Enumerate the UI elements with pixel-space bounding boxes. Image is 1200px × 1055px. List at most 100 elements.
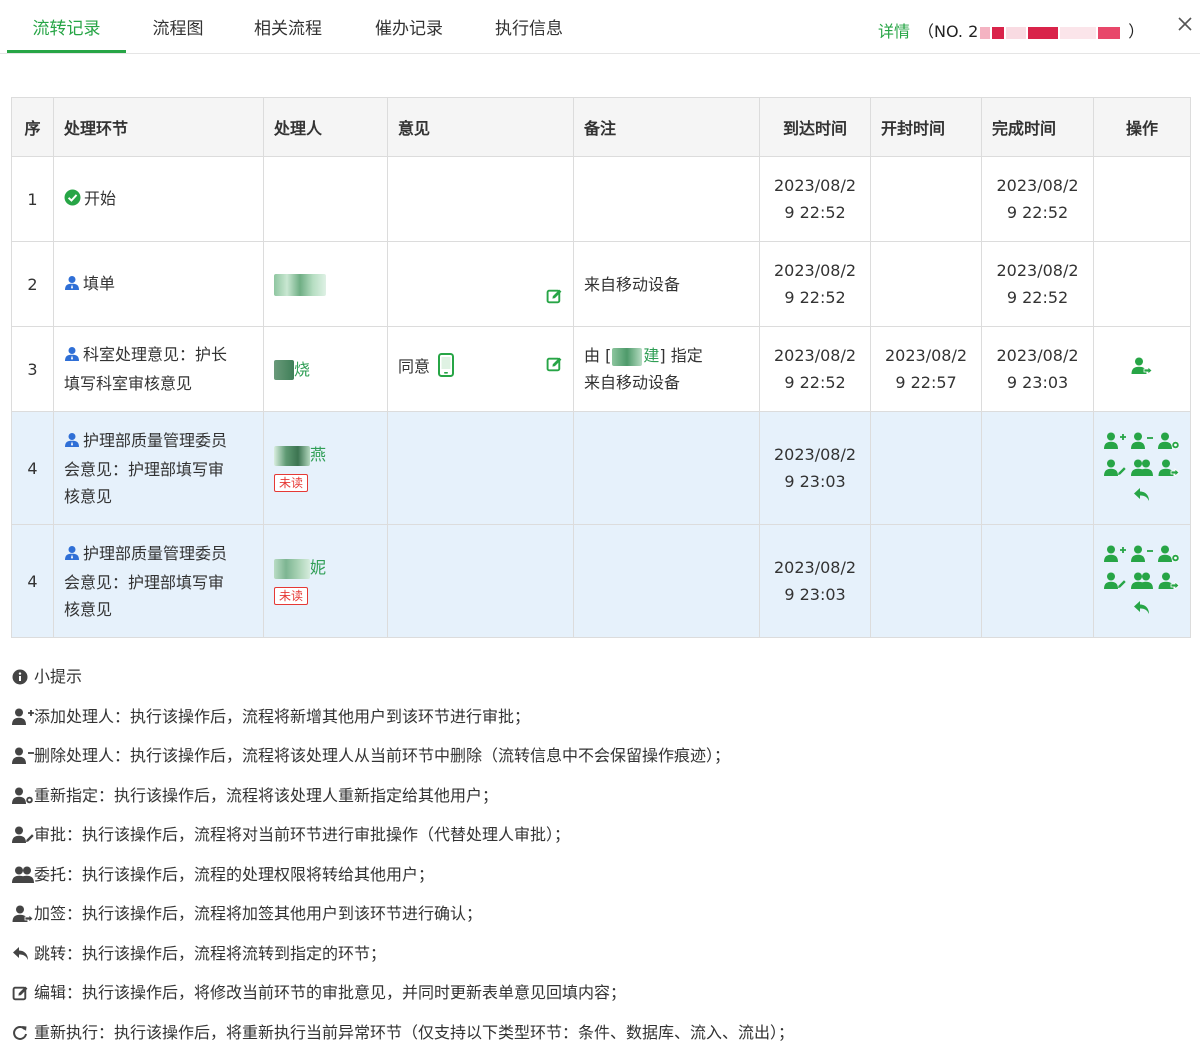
user-minus-icon — [12, 745, 34, 767]
tips-section: 小提示 添加处理人：执行该操作后，流程将新增其他用户到该环节进行审批； 删除处理… — [12, 666, 1192, 1055]
cell-done-time: 2023/08/2 9 23:03 — [981, 326, 1094, 412]
done-time: 9 22:52 — [1006, 203, 1069, 222]
user-icon — [64, 343, 80, 370]
delegate-button[interactable] — [1130, 569, 1154, 593]
reassign-button[interactable] — [1157, 542, 1181, 566]
cell-opinion — [387, 411, 574, 525]
remove-handler-button[interactable] — [1130, 542, 1154, 566]
reassign-button[interactable] — [1157, 429, 1181, 453]
approve-button[interactable] — [1103, 569, 1127, 593]
cell-actions — [1093, 524, 1191, 638]
mobile-phone-icon — [438, 353, 455, 385]
user-plus-icon — [1104, 432, 1126, 449]
done-date: 2023/08/2 — [996, 176, 1079, 195]
user-cog-icon — [1158, 432, 1180, 449]
col-header-step: 处理环节 — [53, 97, 264, 157]
cell-note — [573, 524, 760, 638]
delegate-button[interactable] — [1130, 456, 1154, 480]
approve-button[interactable] — [1103, 456, 1127, 480]
handler-name-tail: 烧 — [294, 359, 311, 379]
cell-seq: 4 — [11, 524, 54, 638]
handler-name-masked — [274, 274, 326, 296]
user-edit-icon — [12, 824, 34, 846]
col-header-done-time: 完成时间 — [981, 97, 1094, 157]
col-header-arrive-time: 到达时间 — [759, 97, 871, 157]
cell-seq: 4 — [11, 411, 54, 525]
handler-name-tail: 燕 — [310, 445, 327, 464]
user-icon — [64, 272, 80, 299]
step-name-line2: 填写科室审核意见 — [64, 374, 193, 393]
cell-seq: 3 — [11, 326, 54, 412]
add-handler-button[interactable] — [1103, 429, 1127, 453]
arrive-time: 9 23:03 — [784, 585, 846, 604]
tab-reminder-record[interactable]: 催办记录 — [362, 0, 456, 54]
step-name: 开始 — [84, 188, 117, 208]
add-handler-button[interactable] — [1103, 542, 1127, 566]
step-name-line3: 核意见 — [64, 486, 113, 506]
done-time: 9 22:52 — [1006, 288, 1069, 307]
table-row: 1 开始 2023/08/2 9 22:52 2023/08/2 9 22:52 — [11, 156, 1191, 242]
tip-item: 跳转：执行该操作后，流程将流转到指定的环节； — [12, 943, 1192, 983]
edit-opinion-button[interactable] — [546, 354, 563, 381]
redaction-mask — [980, 26, 991, 39]
edit-icon — [12, 982, 34, 1004]
cell-step: 护理部质量管理委员 会意见：护理部填写审 核意见 — [53, 411, 264, 525]
tab-related-flow[interactable]: 相关流程 — [240, 0, 336, 54]
arrive-time: 9 23:03 — [784, 472, 846, 491]
cell-handler — [263, 241, 388, 327]
cell-arrive-time: 2023/08/2 9 23:03 — [759, 524, 871, 638]
tab-flow-record[interactable]: 流转记录 — [7, 0, 126, 54]
arrive-date: 2023/08/2 — [773, 261, 857, 280]
arrive-date: 2023/08/2 — [773, 445, 857, 464]
handler-name-masked — [274, 360, 294, 380]
cell-actions — [1093, 241, 1191, 327]
cell-handler: 妮 未读 — [263, 524, 388, 638]
tab-execution-info[interactable]: 执行信息 — [482, 0, 576, 54]
step-name-line2: 会意见：护理部填写审 — [64, 572, 225, 592]
remove-handler-button[interactable] — [1130, 429, 1154, 453]
flow-record-table: 序 处理环节 处理人 意见 备注 到达时间 开封时间 完成时间 操作 1 开始 … — [11, 97, 1191, 638]
tips-title-text: 小提示 — [34, 667, 83, 686]
cell-actions — [1093, 326, 1191, 412]
open-date: 2023/08/2 — [884, 346, 968, 365]
cell-done-time: 2023/08/2 9 22:52 — [981, 156, 1094, 242]
tip-text: 重新执行：执行该操作后，将重新执行当前异常环节（仅支持以下类型环节：条件、数据库… — [34, 1022, 795, 1042]
edit-opinion-button[interactable] — [546, 286, 563, 313]
users-icon — [12, 864, 34, 886]
close-button[interactable] — [1174, 14, 1196, 38]
cell-note: 来自移动设备 — [573, 241, 760, 327]
handler-name-tail: 妮 — [310, 558, 327, 577]
edit-icon — [546, 357, 562, 372]
close-icon — [1178, 17, 1192, 31]
cell-handler: 燕 未读 — [263, 411, 388, 525]
note-suffix: ] 指定 — [659, 346, 703, 365]
cell-actions — [1093, 411, 1191, 525]
edit-icon — [546, 289, 562, 304]
jump-button[interactable] — [1130, 596, 1154, 620]
tip-item: 编辑：执行该操作后，将修改当前环节的审批意见，并同时更新表单意见回填内容； — [12, 982, 1192, 1022]
cell-open-time — [870, 156, 982, 242]
user-icon — [64, 542, 80, 569]
table-row: 4 护理部质量管理委员 会意见：护理部填写审 核意见 燕 未读 2023/08/… — [11, 411, 1191, 525]
cell-open-time — [870, 411, 982, 525]
reply-icon — [12, 943, 34, 965]
add-sign-button[interactable] — [1157, 456, 1181, 480]
active-tab-indicator — [7, 50, 126, 53]
user-cog-icon — [1158, 545, 1180, 562]
add-sign-button[interactable] — [1157, 569, 1181, 593]
info-circle-icon — [12, 666, 34, 688]
add-sign-button[interactable] — [1131, 356, 1153, 383]
assignee-name-masked — [612, 347, 643, 366]
refresh-icon — [12, 1022, 34, 1044]
tip-item: 添加处理人：执行该操作后，流程将新增其他用户到该环节进行审批； — [12, 706, 1192, 746]
redaction-mask — [1006, 26, 1027, 39]
user-cog-icon — [12, 785, 34, 807]
step-name-line3: 核意见 — [64, 599, 113, 619]
step-name: 填单 — [83, 273, 116, 293]
cell-arrive-time: 2023/08/2 9 22:52 — [759, 326, 871, 412]
tip-text: 加签：执行该操作后，流程将加签其他用户到该环节进行确认； — [34, 904, 483, 923]
jump-button[interactable] — [1130, 483, 1154, 507]
cell-done-time: 2023/08/2 9 22:52 — [981, 241, 1094, 327]
tip-item: 重新执行：执行该操作后，将重新执行当前异常环节（仅支持以下类型环节：条件、数据库… — [12, 1022, 1192, 1055]
tab-flowchart[interactable]: 流程图 — [134, 0, 222, 54]
